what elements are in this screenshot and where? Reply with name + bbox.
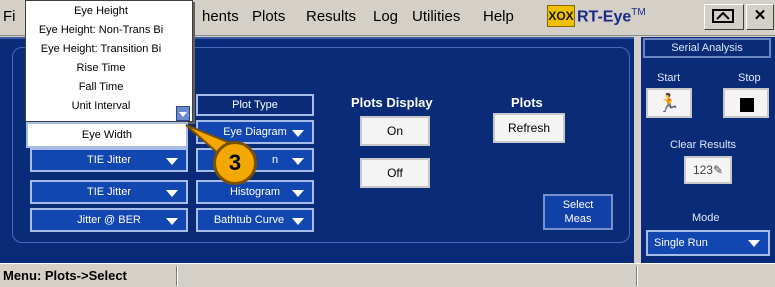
refresh-button[interactable]: Refresh	[493, 113, 565, 143]
plots-display-title: Plots Display	[351, 95, 433, 110]
dropdown-option[interactable]: Eye Height: Non-Trans Bi	[26, 24, 176, 41]
plots-title: Plots	[511, 95, 543, 110]
start-label: Start	[657, 72, 681, 84]
plots-display-on-button[interactable]: On	[360, 116, 430, 146]
status-divider	[176, 266, 178, 286]
dropdown-option[interactable]: Eye Height: Transition Bi	[26, 43, 176, 60]
serial-analysis-title: Serial Analysis	[643, 38, 771, 58]
measurement-select-selected[interactable]: Eye Width	[26, 122, 188, 148]
dropdown-option[interactable]: Eye Height	[26, 5, 176, 22]
step-callout-badge: 3	[213, 141, 257, 185]
dropdown-option[interactable]: Rise Time	[26, 62, 176, 79]
chevron-down-icon	[292, 130, 304, 137]
select-meas-label-2: Meas	[564, 213, 592, 225]
menu-utilities[interactable]: Utilities	[412, 8, 460, 25]
clear-results-label: Clear Results	[670, 139, 737, 151]
chevron-down-icon	[166, 190, 178, 197]
menu-help[interactable]: Help	[483, 8, 514, 25]
start-button[interactable]: 🏃	[646, 88, 692, 118]
chevron-down-icon	[292, 190, 304, 197]
plot-type-header: Plot Type	[196, 94, 314, 116]
menu-file-partial[interactable]: Fi	[3, 8, 16, 25]
select-meas-button[interactable]: Select Meas	[543, 194, 613, 230]
menu-measurements-partial[interactable]: hents	[202, 8, 239, 25]
mode-label: Mode	[692, 212, 720, 224]
measurement-select-button-3[interactable]: Jitter @ BER	[30, 208, 188, 232]
measurement-select-button-2[interactable]: TIE Jitter	[30, 180, 188, 204]
running-man-icon: 🏃	[657, 93, 681, 113]
measurement-dropdown-list[interactable]: Eye Height Eye Height: Non-Trans Bi Eye …	[25, 0, 193, 122]
chevron-down-icon	[166, 218, 178, 225]
plot-type-select-3[interactable]: Bathtub Curve	[196, 208, 314, 232]
plot-type-select-2[interactable]: Histogram	[196, 180, 314, 204]
select-meas-label-1: Select	[562, 199, 594, 211]
status-text: Menu: Plots->Select	[3, 268, 127, 283]
stop-icon	[740, 98, 754, 112]
chevron-down-icon	[292, 158, 304, 165]
chevron-down-icon	[166, 158, 178, 165]
restore-window-button[interactable]	[704, 4, 744, 30]
status-divider-right	[636, 266, 638, 286]
restore-window-icon	[712, 9, 734, 23]
close-icon: ✕	[753, 7, 767, 24]
status-bar: Menu: Plots->Select	[0, 263, 775, 287]
eraser-icon: 123✎	[692, 163, 724, 177]
measurement-select-button-1[interactable]: TIE Jitter	[30, 148, 188, 172]
plots-display-off-button[interactable]: Off	[360, 158, 430, 188]
dropdown-option[interactable]: Unit Interval	[26, 100, 176, 117]
menu-plots[interactable]: Plots	[252, 8, 285, 25]
chevron-down-icon	[292, 218, 304, 225]
clear-results-button[interactable]: 123✎	[684, 156, 732, 184]
menu-results[interactable]: Results	[306, 8, 356, 25]
tektronix-logo: XOX	[547, 5, 575, 27]
app-title: RT-EyeTM	[577, 7, 646, 26]
stop-label: Stop	[738, 72, 761, 84]
menu-log[interactable]: Log	[373, 8, 398, 25]
chevron-down-icon	[748, 240, 760, 247]
mode-select[interactable]: Single Run	[646, 230, 770, 256]
close-button[interactable]: ✕	[746, 4, 774, 30]
stop-button[interactable]	[723, 88, 769, 118]
dropdown-option[interactable]: Fall Time	[26, 81, 176, 98]
